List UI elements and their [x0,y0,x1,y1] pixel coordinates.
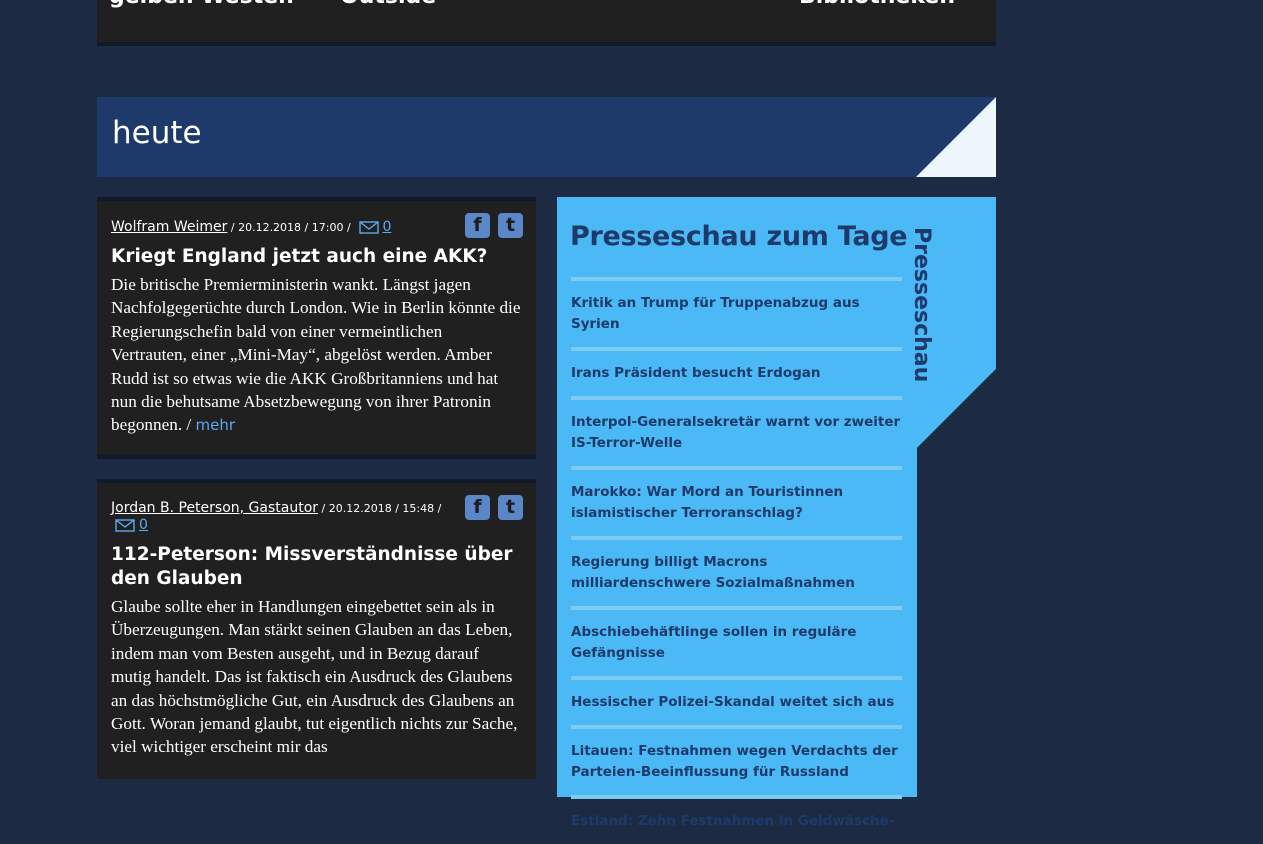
list-item: Marokko: War Mord an Touristinnen islami… [571,466,902,536]
presseschau-link[interactable]: Marokko: War Mord an Touristinnen islami… [571,484,843,521]
nav-divider [97,42,996,46]
presseschau-list: Kritik an Trump für Truppenabzug aus Syr… [571,277,902,844]
presseschau-link[interactable]: Regierung billigt Macrons milliardenschw… [571,554,855,591]
share-buttons: ft [457,213,523,242]
article-card: ft Wolfram Weimer / 20.12.2018 / 17:00 /… [97,197,536,459]
article-teaser: Glaube sollte eher in Handlungen eingebe… [111,597,518,757]
section-banner: heute [97,97,996,177]
presseschau-vertical-text: Presseschau [909,227,934,383]
article-meta: Jordan B. Peterson, Gastautor / 20.12.20… [111,500,456,533]
nav-item-bibliotheken[interactable]: Bibliotheken [799,0,955,9]
author-link[interactable]: Jordan B. Peterson, Gastautor [111,500,318,516]
card-divider [97,479,536,483]
comment-count[interactable]: 0 [139,517,148,533]
comment-count[interactable]: 0 [383,219,392,235]
section-title: heute [112,115,202,151]
presseschau-link[interactable]: Irans Präsident besucht Erdogan [571,365,820,381]
presseschau-link[interactable]: Kritik an Trump für Truppenabzug aus Syr… [571,295,860,332]
article-meta: Wolfram Weimer / 20.12.2018 / 17:00 / 0 [111,219,391,236]
article-date: / 20.12.2018 / 17:00 / [227,221,351,234]
card-divider [97,197,536,201]
mail-icon[interactable] [358,221,379,234]
top-nav: gelben Westen Outside Bibliotheken [97,0,996,42]
presseschau-link[interactable]: Litauen: Festnahmen wegen Verdachts der … [571,743,898,780]
banner-corner-decoration [916,97,996,177]
card-divider [97,454,536,459]
article-card: ft Jordan B. Peterson, Gastautor / 20.12… [97,479,536,779]
list-item: Interpol-Generalsekretär warnt vor zweit… [571,396,902,466]
list-item: Litauen: Festnahmen wegen Verdachts der … [571,725,902,795]
nav-item-gelben-westen[interactable]: gelben Westen [109,0,294,9]
presseschau-vertical-label: Presseschau [909,227,979,382]
list-item: Regierung billigt Macrons milliardenschw… [571,536,902,606]
twitter-icon[interactable]: t [498,213,523,238]
facebook-icon[interactable]: f [465,213,490,238]
list-item: Estland: Zehn Festnahmen in Geldwäsche- [571,795,902,844]
article-headline[interactable]: 112-Peterson: Missverständnisse über den… [111,543,521,591]
presseschau-title: Presseschau zum Tage [570,221,908,252]
share-buttons: ft [457,495,523,524]
teaser-text: Die britische Premierministerin wankt. L… [111,275,521,435]
list-item: Kritik an Trump für Truppenabzug aus Syr… [571,277,902,347]
list-item: Irans Präsident besucht Erdogan [571,347,902,396]
author-link[interactable]: Wolfram Weimer [111,219,227,235]
article-teaser: Die britische Premierministerin wankt. L… [111,273,521,438]
presseschau-link[interactable]: Interpol-Generalsekretär warnt vor zweit… [571,414,900,451]
article-date: / 20.12.2018 / 15:48 / [318,502,442,515]
article-headline[interactable]: Kriegt England jetzt auch eine AKK? [111,245,521,269]
mail-icon[interactable] [115,519,135,532]
presseschau-link[interactable]: Abschiebehäftlinge sollen in reguläre Ge… [571,624,856,661]
facebook-icon[interactable]: f [465,495,490,520]
twitter-icon[interactable]: t [498,495,523,520]
presseschau-link[interactable]: Hessischer Polizei-Skandal weitet sich a… [571,694,894,710]
presseschau-link[interactable]: Estland: Zehn Festnahmen in Geldwäsche- [571,813,894,829]
list-item: Abschiebehäftlinge sollen in reguläre Ge… [571,606,902,676]
more-link[interactable]: mehr [196,416,236,434]
nav-item-outside[interactable]: Outside [340,0,436,9]
list-item: Hessischer Polizei-Skandal weitet sich a… [571,676,902,725]
presseschau-panel: Presseschau zum Tage Presseschau Kritik … [557,197,996,829]
